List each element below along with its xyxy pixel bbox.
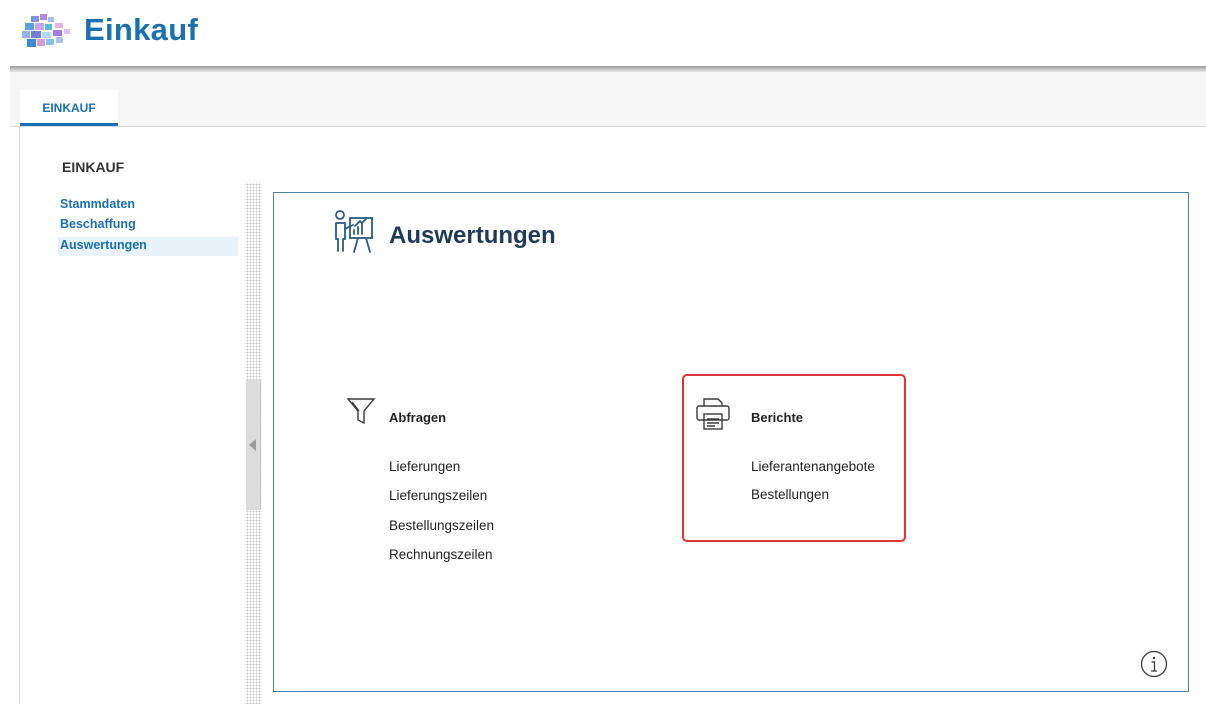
presentation-chart-icon — [335, 210, 373, 253]
sidebar-title: EINKAUF — [62, 159, 125, 175]
link-lieferungszeilen[interactable]: Lieferungszeilen — [389, 488, 487, 503]
printer-icon — [696, 398, 730, 430]
link-bestellungen[interactable]: Bestellungen — [751, 487, 829, 502]
sidebar-item-stammdaten[interactable]: Stammdaten — [58, 196, 238, 215]
group-title-berichte: Berichte — [751, 410, 804, 425]
link-lieferungen[interactable]: Lieferungen — [389, 459, 460, 474]
app-header: Einkauf — [0, 0, 1206, 68]
app-logo-icon — [22, 14, 70, 47]
chevron-left-icon — [249, 439, 256, 451]
app-title: Einkauf — [84, 12, 199, 47]
funnel-icon — [346, 398, 376, 425]
info-icon[interactable] — [1140, 650, 1168, 678]
link-lieferantenangebote[interactable]: Lieferantenangebote — [751, 459, 875, 474]
link-rechnungszeilen[interactable]: Rechnungszeilen — [389, 547, 493, 562]
tab-einkauf[interactable]: EINKAUF — [20, 90, 118, 126]
group-title-abfragen: Abfragen — [389, 410, 447, 425]
sidebar-item-auswertungen[interactable]: Auswertungen — [58, 237, 238, 256]
sidebar-item-beschaffung[interactable]: Beschaffung — [58, 216, 238, 235]
tab-bar: EINKAUF — [10, 72, 1206, 127]
panel-title: Auswertungen — [389, 222, 556, 249]
link-bestellungszeilen[interactable]: Bestellungszeilen — [389, 518, 494, 533]
collapse-sidebar-handle[interactable] — [246, 380, 261, 510]
